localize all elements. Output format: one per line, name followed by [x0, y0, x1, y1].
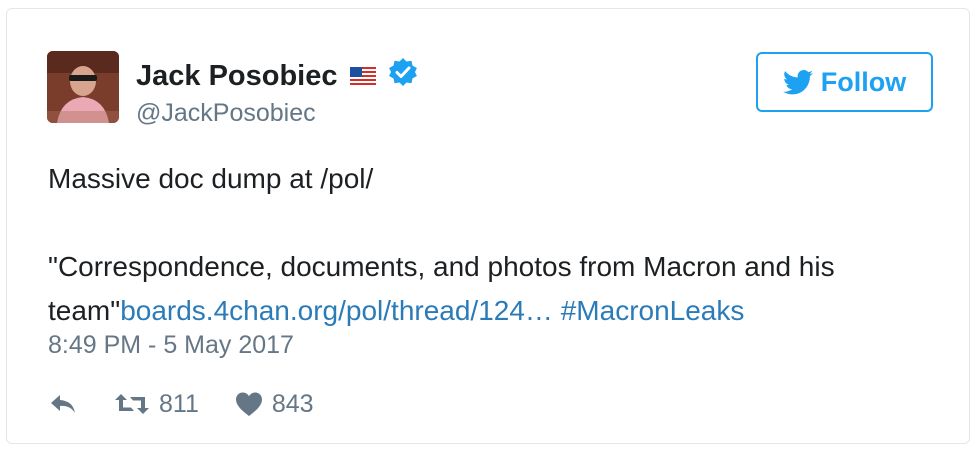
like-count: 843 [271, 389, 314, 418]
avatar-photo [47, 51, 119, 123]
user-handle[interactable]: @JackPosobiec [136, 99, 316, 128]
heart-icon [235, 392, 262, 416]
retweet-icon [115, 394, 149, 414]
tweet-timestamp[interactable]: 8:49 PM - 5 May 2017 [48, 331, 294, 360]
tweet-line: Massive doc dump at /pol/ [48, 163, 374, 194]
user-name-row: Jack Posobiec [136, 57, 418, 95]
reply-button[interactable] [48, 392, 78, 416]
twitter-bird-icon [782, 69, 813, 94]
follow-button[interactable]: Follow [756, 52, 933, 112]
avatar[interactable] [47, 51, 119, 123]
user-name[interactable]: Jack Posobiec [136, 60, 338, 93]
like-button[interactable]: 843 [235, 390, 314, 419]
retweet-button[interactable]: 811 [114, 390, 199, 419]
tweet-url-link[interactable]: boards.4chan.org/pol/thread/124… [120, 295, 553, 326]
hashtag-link[interactable]: #MacronLeaks [561, 295, 745, 326]
us-flag-icon [349, 60, 376, 93]
tweet-quote: "Correspondence, documents, and photos f… [48, 245, 948, 333]
retweet-count: 811 [159, 389, 199, 418]
follow-label: Follow [820, 66, 907, 97]
verified-badge-icon [388, 57, 418, 95]
tweet-actions: 811 843 [48, 386, 314, 422]
reply-icon [51, 395, 75, 413]
tweet-text: Massive doc dump at /pol/ "Correspondenc… [48, 157, 948, 333]
tweet-card: Jack Posobiec @JackPosobiec Follow Massi… [6, 8, 970, 444]
